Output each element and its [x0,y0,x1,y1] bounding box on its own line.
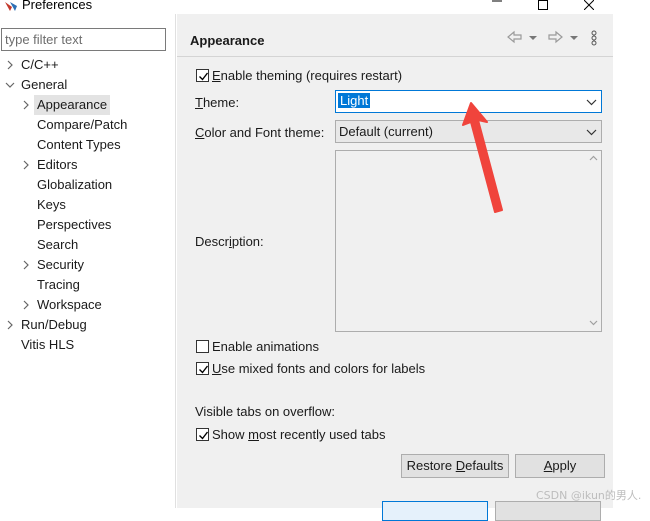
tree-item-label: Keys [37,197,66,212]
tree-item-label: Search [37,237,79,252]
tree-item-security[interactable]: Security [0,255,176,275]
preferences-tree-pane: C/C++ General Appearance Compare/Patch Conte… [0,14,176,508]
maximize-button[interactable] [520,0,566,14]
header-separator [177,56,613,57]
enable-theming-label: Enable theming (requires restart) [212,68,403,83]
theme-label: Theme: [195,95,240,110]
tree-item-tracing[interactable]: Tracing [0,275,176,295]
tree-item-label: Appearance [34,95,111,115]
tree-item-label: Perspectives [37,217,112,232]
checkbox-box[interactable] [196,362,209,375]
color-font-theme-label: Color and Font theme: [195,125,325,140]
tree-item-perspectives[interactable]: Perspectives [0,215,176,235]
forward-arrow-icon[interactable] [547,30,563,47]
back-dropdown-icon[interactable] [529,30,537,47]
apply-button[interactable]: Apply [515,454,605,478]
close-icon [584,0,594,10]
tree-item-label: Editors [37,157,78,172]
checkmark-icon [199,365,209,374]
red-annotation-arrow [462,102,503,213]
checkmark-icon [199,431,209,440]
cancel-button[interactable] [495,501,601,521]
chevron-right-icon[interactable] [21,95,31,115]
close-button[interactable] [566,0,612,14]
tree-item-content-types[interactable]: Content Types [0,135,176,155]
tree-item-general[interactable]: General [0,75,176,95]
maximize-icon [538,0,548,10]
tree-item-editors[interactable]: Editors [0,155,176,175]
tree-item-compare-patch[interactable]: Compare/Patch [0,115,176,135]
title-bar: Preferences [0,0,650,14]
filter-input[interactable] [1,28,166,51]
restore-defaults-button[interactable]: Restore Defaults [401,454,509,478]
tree-item-label: Compare/Patch [37,117,128,132]
window-title: Preferences [22,0,93,12]
color-font-theme-value: Default (current) [339,124,433,139]
chevron-down-icon[interactable] [5,75,15,95]
chevron-right-icon[interactable] [21,255,31,275]
chevron-right-icon[interactable] [21,155,31,175]
tree-item-label: C/C++ [21,57,59,72]
chevron-down-icon [586,96,597,111]
visible-tabs-label: Visible tabs on overflow: [195,404,335,419]
scroll-down-icon [589,320,598,326]
apply-and-close-button[interactable] [382,501,488,521]
tree-item-label: Security [37,257,84,272]
checkbox-box[interactable] [196,340,209,353]
tree-item-keys[interactable]: Keys [0,195,176,215]
view-menu-icon[interactable] [591,30,597,49]
scroll-up-icon [589,155,598,161]
tree-item-appearance[interactable]: Appearance [0,95,176,115]
chevron-right-icon[interactable] [21,295,31,315]
tree-item-search[interactable]: Search [0,235,176,255]
checkmark-icon [199,72,209,81]
minimize-button[interactable] [474,0,520,14]
tree-item-c-c-[interactable]: C/C++ [0,55,176,75]
chevron-right-icon[interactable] [5,315,15,335]
tree-item-label: Run/Debug [21,317,87,332]
tree-item-label: Tracing [37,277,80,292]
checkbox-box[interactable] [196,428,209,441]
show-recent-tabs-label: Show most recently used tabs [212,427,386,442]
enable-animations-label: Enable animations [212,339,319,354]
watermark: CSDN @ikun的男人. [536,489,642,502]
preference-page: Appearance Enable theming (requires rest… [177,14,613,508]
tree-item-workspace[interactable]: Workspace [0,295,176,315]
forward-dropdown-icon[interactable] [570,30,578,47]
eclipse-app-icon [4,0,18,12]
page-title: Appearance [190,33,265,48]
chevron-right-icon[interactable] [5,55,15,75]
tree-item-label: General [21,77,68,92]
theme-value: Light [338,93,371,108]
tree-item-label: Workspace [37,297,102,312]
tree-item-globalization[interactable]: Globalization [0,175,176,195]
minimize-icon [492,0,502,2]
description-label: Description: [195,234,264,249]
description-scrollbar[interactable] [586,151,601,331]
mixed-fonts-label: Use mixed fonts and colors for labels [212,361,426,376]
tree-item-label: Globalization [37,177,113,192]
checkbox-box[interactable] [196,69,209,82]
back-arrow-icon[interactable] [507,30,523,47]
tree-item-label: Content Types [37,137,121,152]
tree-item-label: Vitis HLS [21,337,75,352]
chevron-down-icon [586,126,597,141]
tree-item-vitis-hls[interactable]: Vitis HLS [0,335,176,355]
tree-item-run-debug[interactable]: Run/Debug [0,315,176,335]
